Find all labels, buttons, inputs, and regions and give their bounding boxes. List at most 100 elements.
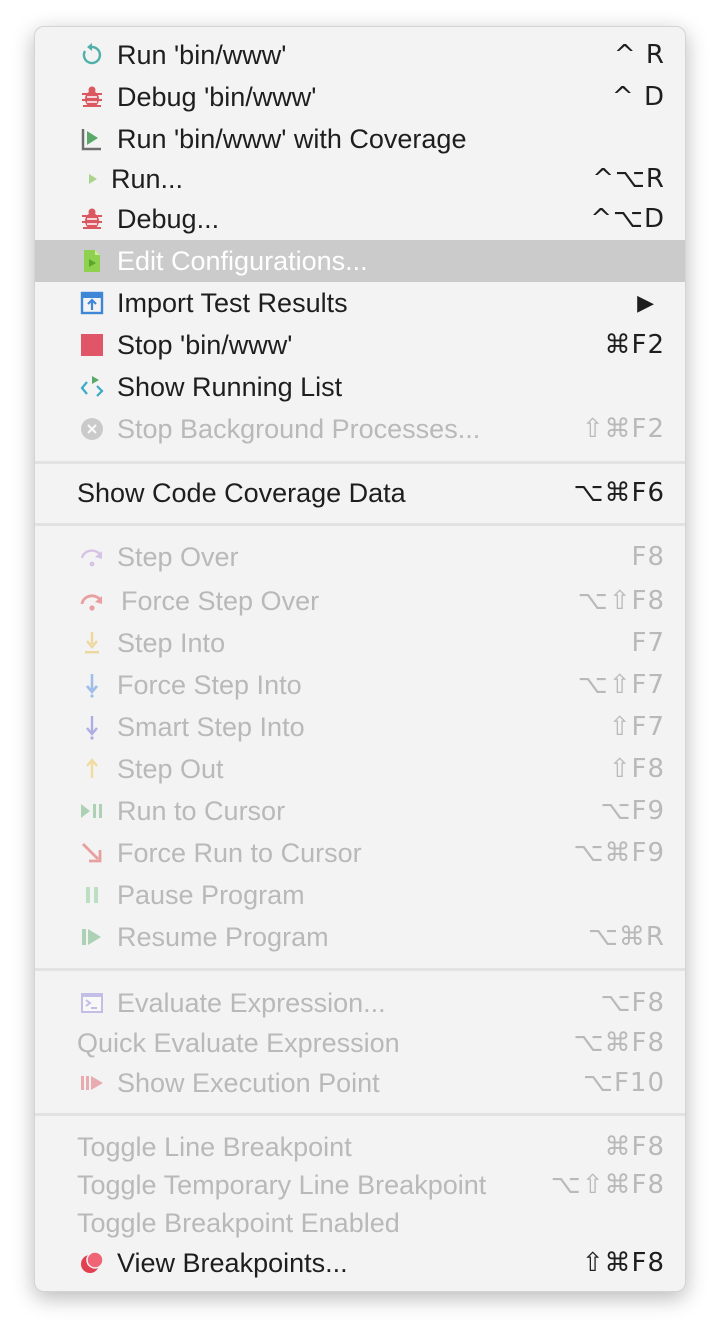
menu-item-run-dots[interactable]: Run... ^⌥R bbox=[35, 158, 685, 200]
force-step-over-icon bbox=[79, 588, 105, 614]
shortcut: ⌥⇧F8 bbox=[577, 586, 665, 616]
menu-item-label: Force Step Over bbox=[121, 585, 320, 616]
shortcut: ⌥F10 bbox=[583, 1068, 665, 1098]
menu-item-force-step-over[interactable]: Force Step Over ⌥⇧F8 bbox=[35, 580, 685, 622]
menu-item-debug-dots[interactable]: Debug... ^⌥D bbox=[35, 198, 685, 240]
menu-separator bbox=[35, 968, 685, 971]
force-step-into-icon bbox=[79, 672, 105, 698]
edit-config-icon bbox=[79, 248, 105, 274]
menu-item-run-to-cursor[interactable]: Run to Cursor ⌥F9 bbox=[35, 790, 685, 832]
menu-item-run[interactable]: Run 'bin/www' ^ R bbox=[35, 34, 685, 76]
menu-item-label: Resume Program bbox=[117, 921, 329, 952]
menu-item-toggle-temporary-line-breakpoint[interactable]: Toggle Temporary Line Breakpoint ⌥⇧⌘F8 bbox=[35, 1164, 685, 1206]
shortcut: ⌘F8 bbox=[604, 1132, 665, 1162]
menu-item-label: View Breakpoints... bbox=[117, 1247, 348, 1278]
menu-item-label: Toggle Line Breakpoint bbox=[77, 1131, 352, 1162]
menu-item-show-running-list[interactable]: Show Running List bbox=[35, 366, 685, 408]
menu-item-show-code-coverage[interactable]: Show Code Coverage Data ⌥⌘F6 bbox=[35, 472, 685, 514]
menu-item-stop[interactable]: Stop 'bin/www' ⌘F2 bbox=[35, 324, 685, 366]
shortcut: ^⌥R bbox=[592, 164, 665, 194]
rerun-icon bbox=[79, 42, 105, 68]
shortcut: ^⌥D bbox=[590, 204, 665, 234]
menu-item-label: Edit Configurations... bbox=[117, 245, 368, 276]
shortcut: ⇧F7 bbox=[608, 712, 665, 742]
shortcut: ⌥F8 bbox=[600, 988, 665, 1018]
coverage-icon bbox=[79, 126, 105, 152]
menu-item-step-into[interactable]: Step Into F7 bbox=[35, 622, 685, 664]
shortcut: ⌥⇧⌘F8 bbox=[550, 1170, 665, 1200]
shortcut: ⌥⌘R bbox=[587, 922, 665, 952]
shortcut: ⌥⇧F7 bbox=[577, 670, 665, 700]
menu-item-debug[interactable]: Debug 'bin/www' ^ D bbox=[35, 76, 685, 118]
menu-item-evaluate-expression[interactable]: Evaluate Expression... ⌥F8 bbox=[35, 982, 685, 1024]
play-icon bbox=[79, 166, 105, 192]
shortcut: ⇧F8 bbox=[608, 754, 665, 784]
menu-item-label: Show Code Coverage Data bbox=[77, 477, 406, 508]
menu-item-smart-step-into[interactable]: Smart Step Into ⇧F7 bbox=[35, 706, 685, 748]
menu-item-toggle-breakpoint-enabled[interactable]: Toggle Breakpoint Enabled bbox=[35, 1202, 685, 1244]
shortcut: ⇧⌘F2 bbox=[581, 414, 665, 444]
menu-item-edit-configurations[interactable]: Edit Configurations... bbox=[35, 240, 685, 282]
menu-item-label: Smart Step Into bbox=[117, 711, 305, 742]
menu-item-label: Debug 'bin/www' bbox=[117, 81, 317, 112]
smart-step-into-icon bbox=[79, 714, 105, 740]
menu-item-label: Step Into bbox=[117, 627, 226, 658]
menu-item-stop-background-processes[interactable]: Stop Background Processes... ⇧⌘F2 bbox=[35, 408, 685, 450]
menu-item-quick-evaluate-expression[interactable]: Quick Evaluate Expression ⌥⌘F8 bbox=[35, 1022, 685, 1064]
bug-icon bbox=[79, 206, 105, 232]
shortcut: F8 bbox=[631, 542, 665, 572]
run-to-cursor-icon bbox=[79, 798, 105, 824]
menu-item-label: Stop Background Processes... bbox=[117, 413, 481, 444]
run-context-menu: Run 'bin/www' ^ R Debug 'bin/www' ^ D Ru… bbox=[34, 26, 686, 1292]
step-into-icon bbox=[79, 630, 105, 656]
menu-item-label: Show Execution Point bbox=[117, 1067, 380, 1098]
menu-item-label: Show Running List bbox=[117, 371, 343, 402]
menu-item-force-run-to-cursor[interactable]: Force Run to Cursor ⌥⌘F9 bbox=[35, 832, 685, 874]
shortcut: ⌥⌘F8 bbox=[573, 1028, 665, 1058]
pause-icon bbox=[79, 882, 105, 908]
force-run-to-cursor-icon bbox=[79, 840, 105, 866]
shortcut: ⌥F9 bbox=[600, 796, 665, 826]
menu-item-resume-program[interactable]: Resume Program ⌥⌘R bbox=[35, 916, 685, 958]
shortcut: ^ R bbox=[613, 40, 665, 70]
menu-item-view-breakpoints[interactable]: View Breakpoints... ⇧⌘F8 bbox=[35, 1242, 685, 1284]
execution-point-icon bbox=[79, 1070, 105, 1096]
resume-icon bbox=[79, 924, 105, 950]
menu-item-label: Run 'bin/www' bbox=[117, 39, 287, 70]
shortcut: ⇧⌘F8 bbox=[581, 1248, 665, 1278]
submenu-arrow-icon: ▶ bbox=[637, 290, 655, 316]
menu-item-step-out[interactable]: Step Out ⇧F8 bbox=[35, 748, 685, 790]
menu-item-label: Run to Cursor bbox=[117, 795, 286, 826]
import-icon bbox=[79, 290, 105, 316]
menu-item-label: Run 'bin/www' with Coverage bbox=[117, 123, 467, 154]
menu-item-label: Step Over bbox=[117, 541, 239, 572]
evaluate-icon bbox=[79, 990, 105, 1016]
menu-item-import-test-results[interactable]: Import Test Results ▶ bbox=[35, 282, 685, 324]
menu-item-label: Quick Evaluate Expression bbox=[77, 1027, 400, 1058]
breakpoints-icon bbox=[79, 1250, 105, 1276]
menu-item-step-over[interactable]: Step Over F8 bbox=[35, 536, 685, 578]
menu-item-label: Force Step Into bbox=[117, 669, 302, 700]
menu-item-toggle-line-breakpoint[interactable]: Toggle Line Breakpoint ⌘F8 bbox=[35, 1126, 685, 1168]
menu-item-pause-program[interactable]: Pause Program bbox=[35, 874, 685, 916]
shortcut: ⌥⌘F6 bbox=[573, 478, 665, 508]
running-list-icon bbox=[79, 374, 105, 400]
menu-item-label: Run... bbox=[111, 163, 184, 194]
menu-item-label: Toggle Temporary Line Breakpoint bbox=[77, 1169, 487, 1200]
shortcut: ^ D bbox=[611, 82, 665, 112]
shortcut: ⌘F2 bbox=[604, 330, 665, 360]
menu-item-label: Stop 'bin/www' bbox=[117, 329, 293, 360]
menu-item-label: Toggle Breakpoint Enabled bbox=[77, 1207, 400, 1238]
menu-item-show-execution-point[interactable]: Show Execution Point ⌥F10 bbox=[35, 1062, 685, 1104]
menu-separator bbox=[35, 461, 685, 464]
menu-item-label: Pause Program bbox=[117, 879, 305, 910]
menu-item-run-with-coverage[interactable]: Run 'bin/www' with Coverage bbox=[35, 118, 685, 160]
cancel-icon bbox=[79, 416, 105, 442]
stop-icon bbox=[79, 332, 105, 358]
step-over-icon bbox=[79, 544, 105, 570]
bug-icon bbox=[79, 84, 105, 110]
menu-item-force-step-into[interactable]: Force Step Into ⌥⇧F7 bbox=[35, 664, 685, 706]
shortcut: F7 bbox=[631, 628, 665, 658]
menu-separator bbox=[35, 523, 685, 526]
step-out-icon bbox=[79, 756, 105, 782]
